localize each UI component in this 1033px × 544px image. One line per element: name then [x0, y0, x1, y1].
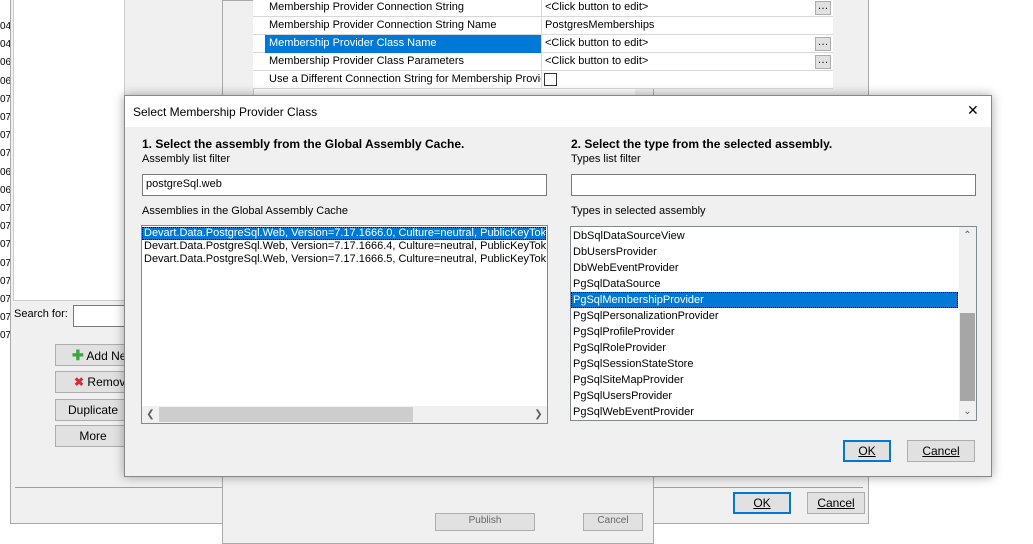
property-name: Use a Different Connection String for Me…	[269, 73, 541, 85]
background-cancel-label: Cancel	[817, 496, 855, 510]
checkbox-icon[interactable]	[544, 73, 557, 86]
assembly-list-item[interactable]: Devart.Data.PostgreSql.Web, Version=7.17…	[142, 227, 546, 240]
property-row[interactable]: Membership Provider Connection String Na…	[253, 17, 833, 35]
row-number: 07	[0, 130, 10, 142]
scroll-right-icon[interactable]: ❯	[530, 406, 547, 423]
property-name: Membership Provider Class Name	[265, 35, 541, 53]
assembly-list-item[interactable]: Devart.Data.PostgreSql.Web, Version=7.17…	[142, 240, 546, 253]
property-name: Membership Provider Connection String Na…	[269, 19, 497, 31]
type-list-item[interactable]: PgSqlUsersProvider	[571, 388, 958, 404]
assembly-hscrollbar[interactable]: ❮ ❯	[142, 406, 547, 423]
dialog-title: Select Membership Provider Class	[133, 105, 318, 119]
ellipsis-button[interactable]: …	[815, 1, 831, 15]
property-value[interactable]: <Click button to edit>	[545, 53, 648, 70]
left-number-column: 04 04 06 06 07 07 07 07 06 06 07 07 07 07 07 07 07 07	[0, 18, 10, 346]
remove-label: Remov	[87, 375, 126, 389]
add-new-button[interactable]: ✚ Add Ne	[55, 344, 131, 366]
assembly-list-item[interactable]: Devart.Data.PostgreSql.Web, Version=7.17…	[142, 253, 546, 266]
row-number: 07	[0, 239, 10, 251]
type-list-item[interactable]: PgSqlSessionStateStore	[571, 356, 958, 372]
publish-button[interactable]: Publish	[435, 513, 535, 531]
duplicate-button[interactable]: Duplicate	[55, 399, 131, 421]
assembly-heading: 1. Select the assembly from the Global A…	[142, 137, 465, 151]
type-list-item[interactable]: PgSqlProfileProvider	[571, 324, 958, 340]
background-list-panel	[13, 0, 125, 301]
select-class-dialog: Select Membership Provider Class ✕ 1. Se…	[124, 95, 992, 477]
dialog-cancel-button[interactable]: Cancel	[907, 440, 975, 462]
more-button[interactable]: More	[55, 425, 131, 447]
property-row[interactable]: Use a Different Connection String for Me…	[253, 71, 833, 89]
row-number: 07	[0, 330, 10, 342]
row-number: 06	[0, 184, 10, 196]
scroll-down-icon[interactable]: ⌄	[959, 403, 976, 420]
assembly-filter-input[interactable]: postgreSql.web	[142, 174, 547, 196]
type-list-item[interactable]: PgSqlMembershipProvider	[571, 292, 958, 308]
column-divider	[541, 0, 542, 17]
row-number: 07	[0, 221, 10, 233]
close-icon[interactable]: ✕	[967, 102, 979, 119]
type-list-item[interactable]: PgSqlSiteMapProvider	[571, 372, 958, 388]
column-divider	[541, 35, 542, 53]
row-number: 07	[0, 148, 10, 160]
assembly-filter-label: Assembly list filter	[142, 153, 231, 165]
row-number: 04	[0, 39, 10, 51]
dialog-ok-label: OK	[858, 444, 876, 458]
property-name: Membership Provider Class Parameters	[269, 55, 465, 67]
property-name: Membership Provider Connection String	[269, 1, 465, 13]
ellipsis-button[interactable]: …	[815, 55, 831, 69]
background-ok-label: OK	[753, 496, 771, 510]
type-filter-label: Types list filter	[571, 153, 641, 165]
row-number: 07	[0, 257, 10, 269]
property-value[interactable]: <Click button to edit>	[545, 0, 648, 16]
remove-button[interactable]: ✖ Remov	[55, 371, 131, 393]
assembly-list-label: Assemblies in the Global Assembly Cache	[142, 205, 349, 217]
row-number: 07	[0, 203, 10, 215]
type-list-item[interactable]: DbWebEventProvider	[571, 260, 958, 276]
row-number: 04	[0, 21, 10, 32]
type-list-item[interactable]: PgSqlWebEventProvider	[571, 404, 958, 420]
type-list-item[interactable]: PgSqlPersonalizationProvider	[571, 308, 958, 324]
property-row[interactable]: Membership Provider Connection String <Cl…	[253, 0, 833, 17]
search-for-label: Search for:	[14, 308, 68, 320]
row-number: 07	[0, 312, 10, 324]
dialog-ok-button[interactable]: OK	[843, 440, 891, 462]
assembly-list[interactable]: Devart.Data.PostgreSql.Web, Version=7.17…	[141, 225, 548, 424]
scroll-left-icon[interactable]: ❮	[142, 406, 159, 423]
type-list[interactable]: DbSqlDataSourceView DbUsersProvider DbWebE…	[570, 226, 977, 421]
row-number: 07	[0, 275, 10, 287]
add-new-label: Add Ne	[86, 349, 127, 363]
type-vscrollbar[interactable]: ⌃ ⌄	[959, 227, 976, 420]
property-row[interactable]: Membership Provider Class Parameters <Cli…	[253, 53, 833, 71]
type-filter-input[interactable]	[571, 174, 976, 196]
row-number: 07	[0, 294, 10, 306]
dialog-cancel-label: Cancel	[922, 444, 960, 458]
add-icon: ✚	[72, 347, 84, 363]
properties-cancel-button[interactable]: Cancel	[583, 513, 643, 531]
row-number: 07	[0, 112, 10, 124]
background-ok-button[interactable]: OK	[733, 492, 791, 514]
type-list-item[interactable]: DbUsersProvider	[571, 244, 958, 260]
type-list-item[interactable]: DbSqlDataSourceView	[571, 228, 958, 244]
scrollbar-thumb[interactable]	[960, 313, 975, 401]
background-cancel-button[interactable]: Cancel	[807, 492, 865, 514]
row-number: 06	[0, 166, 10, 178]
row-number: 06	[0, 57, 10, 69]
column-divider	[541, 53, 542, 71]
property-value[interactable]: PostgresMemberships	[545, 17, 654, 34]
type-list-item[interactable]: PgSqlDataSource	[571, 276, 958, 292]
scroll-up-icon[interactable]: ⌃	[959, 227, 976, 244]
type-list-item[interactable]: PgSqlRoleProvider	[571, 340, 958, 356]
row-number: 07	[0, 93, 10, 105]
property-row[interactable]: Membership Provider Class Name <Click but…	[253, 35, 833, 53]
row-number: 06	[0, 75, 10, 87]
type-list-label: Types in selected assembly	[571, 205, 706, 217]
property-value[interactable]: <Click button to edit>	[545, 35, 648, 52]
column-divider	[541, 17, 542, 35]
type-heading: 2. Select the type from the selected ass…	[571, 137, 833, 151]
remove-icon: ✖	[74, 375, 85, 389]
ellipsis-button[interactable]: …	[815, 37, 831, 51]
dialog-titlebar: Select Membership Provider Class ✕	[125, 96, 991, 127]
column-divider	[541, 71, 542, 89]
scrollbar-thumb[interactable]	[159, 407, 413, 422]
